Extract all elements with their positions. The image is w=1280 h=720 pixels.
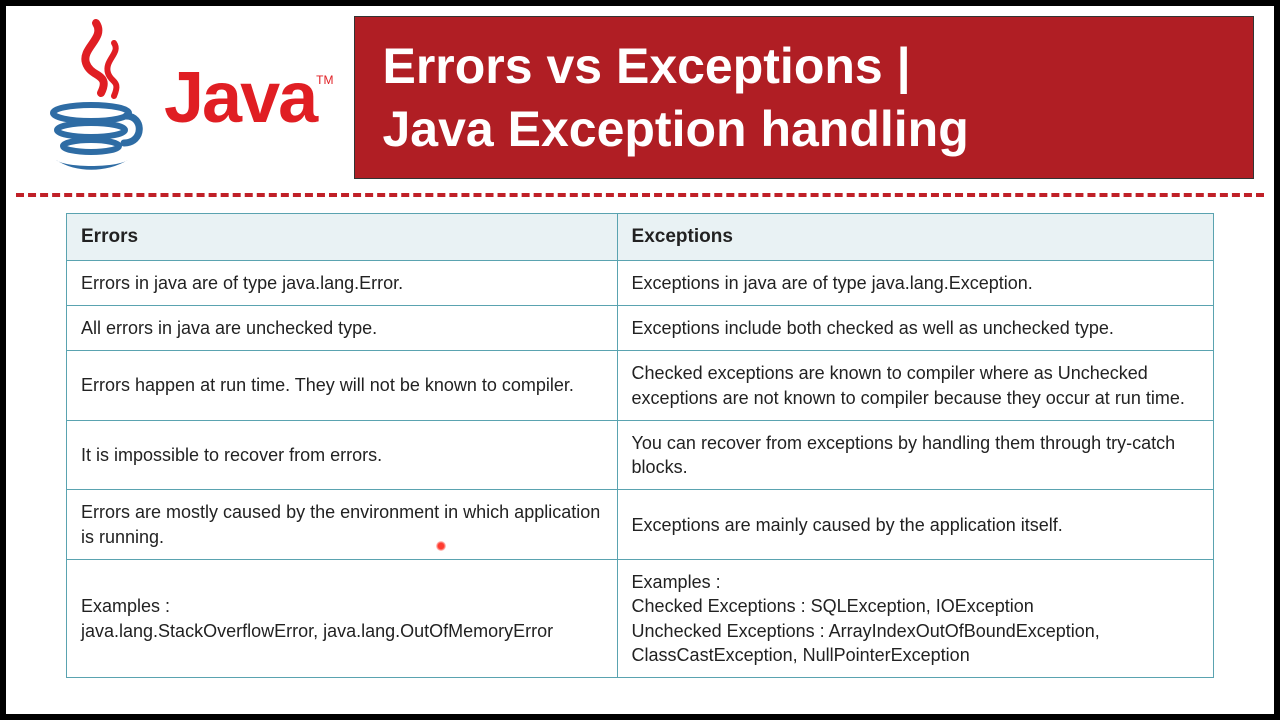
title-line-2: Java Exception handling (383, 98, 1226, 161)
java-logo-text: JavaTM (164, 57, 334, 139)
cell-errors: It is impossible to recover from errors. (67, 420, 618, 490)
laser-pointer-icon (436, 541, 446, 551)
title-banner: Errors vs Exceptions | Java Exception ha… (354, 16, 1255, 179)
java-cup-icon (36, 18, 156, 178)
table-row: Examples : java.lang.StackOverflowError,… (67, 560, 1214, 678)
table-row: Errors happen at run time. They will not… (67, 351, 1214, 421)
cell-errors: Errors in java are of type java.lang.Err… (67, 260, 618, 305)
comparison-table: Errors Exceptions Errors in java are of … (66, 213, 1214, 678)
divider (16, 193, 1264, 197)
title-line-1: Errors vs Exceptions | (383, 35, 1226, 98)
cell-errors: Errors are mostly caused by the environm… (67, 490, 618, 560)
table-row: Errors are mostly caused by the environm… (67, 490, 1214, 560)
cell-errors: All errors in java are unchecked type. (67, 305, 618, 350)
cell-exceptions: Exceptions include both checked as well … (617, 305, 1213, 350)
comparison-table-wrap: Errors Exceptions Errors in java are of … (6, 213, 1274, 678)
cell-exceptions: Exceptions are mainly caused by the appl… (617, 490, 1213, 560)
header-exceptions: Exceptions (617, 214, 1213, 261)
cell-errors: Examples : java.lang.StackOverflowError,… (67, 560, 618, 678)
cell-exceptions: Exceptions in java are of type java.lang… (617, 260, 1213, 305)
table-header-row: Errors Exceptions (67, 214, 1214, 261)
table-row: It is impossible to recover from errors.… (67, 420, 1214, 490)
cell-exceptions: You can recover from exceptions by handl… (617, 420, 1213, 490)
cell-exceptions: Checked exceptions are known to compiler… (617, 351, 1213, 421)
cell-exceptions: Examples : Checked Exceptions : SQLExcep… (617, 560, 1213, 678)
cell-errors: Errors happen at run time. They will not… (67, 351, 618, 421)
header: JavaTM Errors vs Exceptions | Java Excep… (6, 6, 1274, 189)
table-row: All errors in java are unchecked type. E… (67, 305, 1214, 350)
java-logo: JavaTM (36, 18, 334, 178)
slide-frame: JavaTM Errors vs Exceptions | Java Excep… (6, 6, 1274, 714)
header-errors: Errors (67, 214, 618, 261)
table-row: Errors in java are of type java.lang.Err… (67, 260, 1214, 305)
